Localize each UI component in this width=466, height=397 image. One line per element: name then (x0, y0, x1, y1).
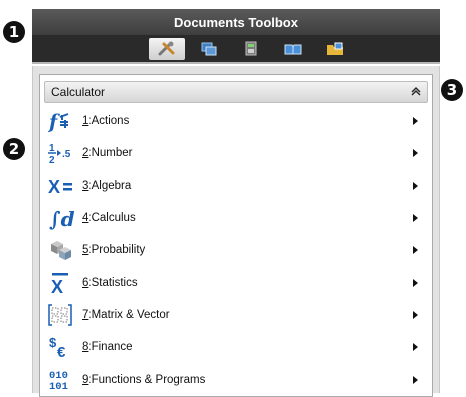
calculator-menu: f 1:Actions 1 2 .5 2:Number X 3:Algebra … (40, 105, 432, 396)
menu-item-label: :Actions (88, 115, 130, 128)
menu-item-functions-programs[interactable]: 010 101 9:Functions & Programs (40, 363, 432, 395)
probability-icon (48, 237, 80, 263)
actions-icon: f (48, 108, 80, 134)
menu-item-label: :Algebra (88, 179, 132, 192)
menu-item-label: :Calculus (88, 212, 136, 225)
submenu-arrow-icon (413, 375, 418, 384)
finance-icon: $ € (48, 334, 80, 360)
functions-programs-icon: 010 101 (48, 367, 80, 393)
page-sorter-icon (201, 42, 217, 55)
submenu-arrow-icon (413, 343, 418, 352)
tab-page-sorter[interactable] (191, 38, 227, 60)
toolbox-body: Calculator f 1:Actions 1 2 .5 2:Number X… (32, 66, 440, 397)
calculator-panel-title: Calculator (51, 85, 106, 99)
submenu-arrow-icon (413, 181, 418, 190)
menu-item-label: :Probability (88, 244, 146, 257)
matrix-icon (48, 302, 80, 328)
svg-text:101: 101 (49, 381, 68, 392)
number-icon: 1 2 .5 (48, 140, 80, 166)
menu-item-calculus[interactable]: ∫d 4:Calculus (40, 202, 432, 234)
toolbox-title: Documents Toolbox (32, 9, 440, 35)
menu-item-algebra[interactable]: X 3:Algebra (40, 170, 432, 202)
submenu-arrow-icon (413, 246, 418, 255)
tab-content-explorer[interactable] (275, 38, 311, 60)
content-explorer-icon (284, 44, 302, 54)
svg-text:f: f (48, 111, 60, 133)
calculus-icon: ∫d (48, 205, 80, 231)
tab-tools[interactable] (149, 37, 185, 60)
utilities-icon (327, 42, 343, 55)
menu-item-statistics[interactable]: X 6:Statistics (40, 266, 432, 298)
submenu-arrow-icon (413, 278, 418, 287)
calculator-panel: Calculator f 1:Actions 1 2 .5 2:Number X… (39, 74, 433, 397)
documents-toolbox: Documents Toolbox Calculator f 1:Actions… (32, 9, 440, 397)
menu-item-matrix-vector[interactable]: 7:Matrix & Vector (40, 299, 432, 331)
submenu-arrow-icon (413, 117, 418, 126)
submenu-arrow-icon (413, 214, 418, 223)
callout-2: 2 (3, 138, 25, 160)
collapse-icon[interactable] (411, 86, 421, 99)
toolbox-tabs (32, 35, 440, 64)
menu-item-number[interactable]: 1 2 .5 2 :Number (40, 137, 432, 169)
scratchpad-icon (245, 41, 257, 56)
callout-3: 3 (441, 79, 463, 101)
submenu-arrow-icon (413, 149, 418, 158)
menu-item-label: :Statistics (88, 276, 138, 289)
menu-item-label: :Matrix & Vector (88, 308, 170, 321)
statistics-icon: X (48, 270, 80, 296)
svg-text:€: € (57, 344, 66, 359)
menu-item-actions[interactable]: f 1:Actions (40, 105, 432, 137)
submenu-arrow-icon (413, 310, 418, 319)
svg-text:X: X (51, 277, 63, 295)
svg-text:.5: .5 (62, 149, 71, 160)
menu-item-label: :Functions & Programs (88, 373, 206, 386)
svg-text:$: $ (49, 335, 57, 350)
svg-text:X: X (48, 177, 60, 197)
callout-1: 1 (3, 21, 25, 43)
algebra-icon: X (48, 173, 80, 199)
menu-item-finance[interactable]: $ € 8:Finance (40, 331, 432, 363)
svg-text:∫d: ∫d (49, 207, 75, 230)
tools-icon (158, 41, 175, 55)
calculator-panel-header[interactable]: Calculator (44, 81, 428, 103)
tab-scratchpad[interactable] (233, 38, 269, 60)
menu-item-label: :Finance (88, 341, 133, 354)
svg-text:2: 2 (49, 155, 55, 165)
menu-item-probability[interactable]: 5:Probability (40, 234, 432, 266)
menu-item-label: :Number (88, 147, 133, 160)
tab-utilities[interactable] (317, 38, 353, 60)
